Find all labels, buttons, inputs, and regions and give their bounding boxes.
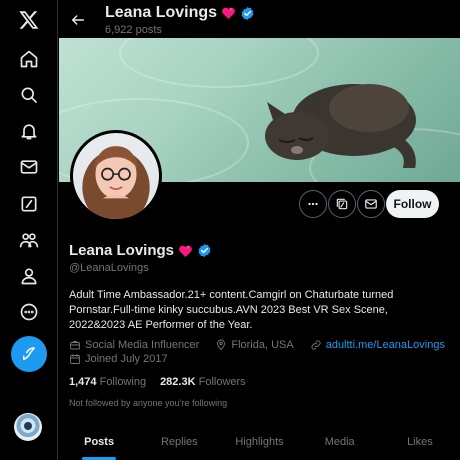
heart-emoji-icon <box>178 244 193 258</box>
compose-post-icon <box>23 347 35 360</box>
follow-button[interactable]: Follow <box>386 190 439 218</box>
communities-icon[interactable] <box>11 222 47 258</box>
profile-name: Leana Lovings <box>69 242 212 259</box>
back-button[interactable] <box>67 9 89 31</box>
heart-emoji-icon <box>221 6 236 20</box>
header-posts-count: 6,922 posts <box>105 24 162 36</box>
followers-label: Followers <box>198 376 246 388</box>
home-icon[interactable] <box>11 41 47 77</box>
link-icon <box>311 340 321 350</box>
grok-icon <box>336 198 348 210</box>
followers-count: 282.3K <box>160 376 196 388</box>
following-label: Following <box>99 376 147 388</box>
followers-stat[interactable]: 282.3K Followers <box>160 376 246 388</box>
profile-tabs: Posts Replies Highlights Media Likes <box>59 428 460 460</box>
left-nav-rail <box>0 0 58 460</box>
compose-post-button[interactable] <box>11 336 47 372</box>
profile-display-name: Leana Lovings <box>69 242 175 259</box>
envelope-icon <box>365 199 377 209</box>
message-button[interactable] <box>357 190 385 218</box>
header-name: Leana Lovings <box>105 4 218 21</box>
profile-joined-date: Joined July 2017 <box>85 353 168 365</box>
profile-meta-row-1: Social Media Influencer Florida, USA adu… <box>69 339 445 351</box>
more-options-button[interactable] <box>299 190 327 218</box>
x-logo-icon[interactable] <box>11 2 47 38</box>
messages-icon[interactable] <box>11 149 47 185</box>
search-icon[interactable] <box>11 77 47 113</box>
following-stat[interactable]: 1,474 Following <box>69 376 146 388</box>
grok-analyze-button[interactable] <box>328 190 356 218</box>
profile-website-link[interactable]: adultti.me/LeanaLovings <box>326 339 445 351</box>
location-icon <box>217 339 226 350</box>
profile-category: Social Media Influencer <box>85 339 200 351</box>
tab-replies[interactable]: Replies <box>139 428 219 460</box>
tab-media[interactable]: Media <box>300 428 380 460</box>
profile-follow-stats: 1,474 Following 282.3K Followers <box>69 376 246 388</box>
following-count: 1,474 <box>69 376 97 388</box>
back-arrow-icon <box>71 15 85 25</box>
grok-icon[interactable] <box>11 186 47 222</box>
profile-bio: Adult Time Ambassador.21+ content.Camgir… <box>69 289 394 331</box>
profile-handle: @LeanaLovings <box>69 262 149 274</box>
profile-avatar[interactable] <box>70 130 162 222</box>
more-icon[interactable] <box>11 294 47 330</box>
profile-icon[interactable] <box>11 258 47 294</box>
tab-highlights[interactable]: Highlights <box>219 428 299 460</box>
profile-meta-row-2: Joined July 2017 <box>69 353 168 365</box>
sleeping-cat-illustration <box>265 84 416 168</box>
not-followed-note: Not followed by anyone you’re following <box>69 398 228 408</box>
account-avatar[interactable] <box>14 413 42 441</box>
tab-posts[interactable]: Posts <box>59 428 139 460</box>
tab-likes[interactable]: Likes <box>380 428 460 460</box>
more-dots-icon <box>308 202 318 206</box>
profile-main-column: Leana Lovings 6,922 posts Follow Leana L… <box>59 0 460 460</box>
profile-header-bar: Leana Lovings 6,922 posts <box>59 0 460 38</box>
calendar-icon <box>70 354 80 364</box>
profile-photo <box>82 146 150 219</box>
briefcase-icon <box>70 341 80 350</box>
header-title: Leana Lovings <box>105 4 255 22</box>
profile-location: Florida, USA <box>231 339 294 351</box>
verified-badge-icon[interactable] <box>197 243 212 258</box>
notifications-icon[interactable] <box>11 113 47 149</box>
verified-badge-icon[interactable] <box>240 6 255 21</box>
